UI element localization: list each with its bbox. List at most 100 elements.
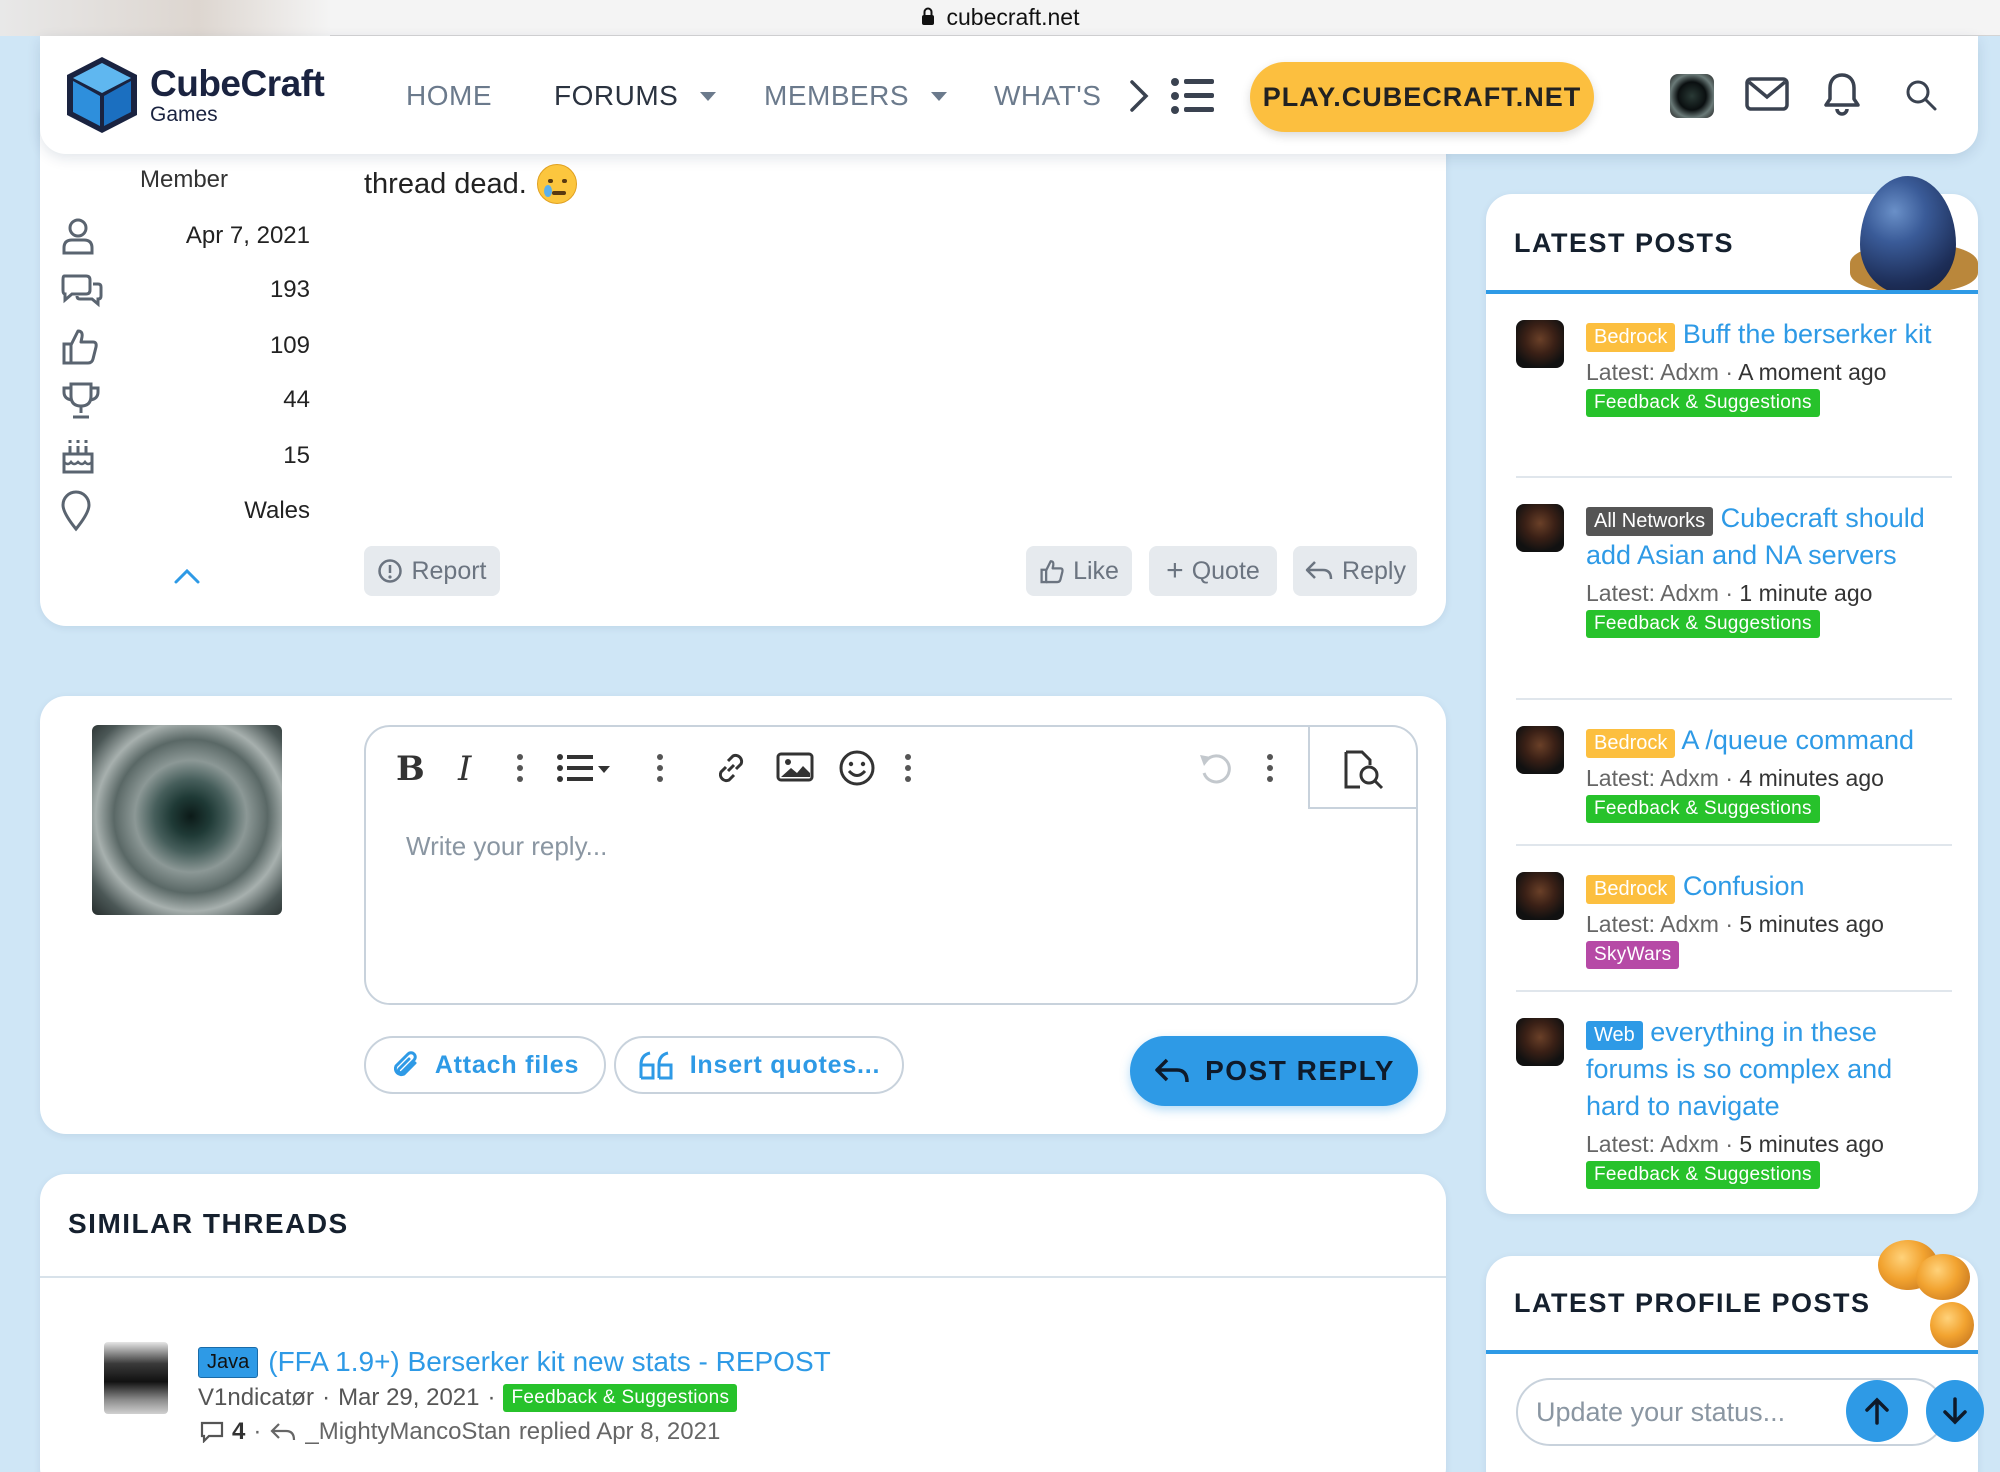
chevron-down-icon[interactable] — [931, 91, 948, 101]
profile-posts-underline — [1486, 1350, 1978, 1354]
like-label: Like — [1073, 556, 1119, 585]
smiley-icon[interactable] — [838, 749, 876, 796]
search-icon[interactable] — [1904, 78, 1938, 117]
site-header: CubeCraft Games HOME FORUMS MEMBERS WHAT… — [40, 36, 1978, 154]
post-title-link[interactable]: A /queue command — [1681, 725, 1914, 755]
nav-forums[interactable]: FORUMS — [554, 80, 717, 112]
post-title-link[interactable]: Confusion — [1683, 871, 1805, 901]
last-reply-user[interactable]: _MightyMancoStan — [305, 1418, 510, 1446]
forum-tag[interactable]: Feedback & Suggestions — [503, 1384, 738, 1412]
reply-button[interactable]: Reply — [1293, 546, 1417, 596]
nav-scroll-right-icon[interactable] — [1126, 76, 1152, 121]
latest-posts-underline — [1486, 290, 1978, 294]
browser-url-bar[interactable]: cubecraft.net — [0, 0, 2000, 36]
attach-files-label: Attach files — [434, 1050, 580, 1079]
cube-logo-icon — [67, 57, 137, 133]
more-vertical-icon[interactable] — [1266, 753, 1274, 792]
undo-icon[interactable] — [1196, 749, 1236, 796]
similar-thread-title[interactable]: (FFA 1.9+) Berserker kit new stats - REP… — [268, 1346, 831, 1378]
birthday-cake-icon — [62, 440, 94, 474]
insert-quotes-button[interactable]: Insert quotes... — [614, 1036, 904, 1094]
similar-thread-title-row[interactable]: Java (FFA 1.9+) Berserker kit new stats … — [198, 1346, 831, 1378]
report-button[interactable]: Report — [364, 546, 500, 596]
scroll-up-button[interactable] — [1846, 1380, 1908, 1442]
post-title-link[interactable]: Buff the berserker kit — [1683, 319, 1932, 349]
thread-author-avatar[interactable] — [104, 1342, 168, 1414]
list-dropdown-icon[interactable] — [556, 753, 614, 792]
latest-user[interactable]: Latest: Adxm — [1586, 765, 1719, 791]
insert-quotes-label: Insert quotes... — [689, 1050, 881, 1079]
nav-whats-new[interactable]: WHAT'S — [994, 80, 1146, 112]
thumbs-up-icon — [1040, 560, 1064, 584]
avatar[interactable] — [1516, 1018, 1564, 1066]
collapse-chevron-up-icon[interactable] — [172, 566, 202, 591]
arrow-down-icon — [1943, 1397, 1967, 1425]
quote-button[interactable]: + Quote — [1149, 546, 1277, 596]
forum-tag[interactable]: Feedback & Suggestions — [1586, 795, 1820, 823]
post-time: 5 minutes ago — [1739, 1131, 1884, 1157]
thread-author[interactable]: V1ndicatør — [198, 1384, 314, 1412]
nav-members[interactable]: MEMBERS — [764, 80, 948, 112]
image-icon[interactable] — [776, 751, 814, 792]
preview-toggle[interactable] — [1308, 727, 1416, 809]
avatar[interactable] — [1516, 872, 1564, 920]
prefix-badge: Java — [198, 1346, 259, 1378]
latest-user[interactable]: Latest: Adxm — [1586, 580, 1719, 606]
like-button[interactable]: Like — [1026, 546, 1132, 596]
avatar[interactable] — [1516, 504, 1564, 552]
report-label: Report — [411, 556, 487, 585]
user-avatar[interactable] — [1670, 74, 1714, 118]
similar-thread-meta: V1ndicatør · Mar 29, 2021 · Feedback & S… — [198, 1384, 738, 1412]
browser-tab-blur — [0, 0, 330, 36]
logo-subtitle: Games — [150, 103, 218, 126]
forum-tag[interactable]: SkyWars — [1586, 941, 1680, 969]
preview-document-icon — [1344, 750, 1384, 790]
forum-tag[interactable]: Feedback & Suggestions — [1586, 610, 1820, 638]
mail-icon[interactable] — [1744, 74, 1790, 119]
avatar[interactable] — [1516, 320, 1564, 368]
stat-points-value: 44 — [283, 386, 310, 413]
paperclip-icon — [393, 1051, 417, 1077]
menu-list-icon[interactable] — [1170, 76, 1216, 121]
more-vertical-icon[interactable] — [516, 753, 524, 792]
chevron-down-icon[interactable] — [700, 91, 717, 101]
map-pin-icon — [61, 490, 91, 532]
similar-thread-stats: 4 · _MightyMancoStan replied Apr 8, 2021 — [200, 1418, 720, 1446]
bell-icon[interactable] — [1822, 70, 1862, 121]
play-server-button[interactable]: PLAY.CUBECRAFT.NET — [1250, 62, 1594, 132]
forum-tag[interactable]: Feedback & Suggestions — [1586, 389, 1820, 417]
more-vertical-icon[interactable] — [904, 753, 912, 792]
quote-label: Quote — [1191, 556, 1260, 585]
prefix-badge: Bedrock — [1586, 875, 1676, 904]
stat-reactions: 109 — [60, 326, 310, 366]
reply-arrow-icon — [1305, 561, 1333, 580]
more-vertical-icon[interactable] — [656, 753, 664, 792]
link-icon[interactable] — [712, 749, 750, 796]
post-reply-button[interactable]: POST REPLY — [1130, 1036, 1418, 1106]
stat-points: 44 — [60, 380, 310, 420]
bold-icon[interactable]: B — [396, 749, 425, 789]
site-logo[interactable]: CubeCraft Games — [64, 54, 325, 136]
thread-date: Mar 29, 2021 — [338, 1384, 480, 1411]
attach-files-button[interactable]: Attach files — [364, 1036, 606, 1094]
reply-editor[interactable]: B I Write your reply... — [364, 725, 1418, 1005]
scroll-down-button[interactable] — [1926, 1380, 1984, 1442]
nav-home[interactable]: HOME — [406, 80, 492, 112]
stat-messages-value: 193 — [269, 276, 310, 303]
latest-user[interactable]: Latest: Adxm — [1586, 911, 1719, 937]
post-time: 5 minutes ago — [1739, 911, 1884, 937]
forum-tag[interactable]: Feedback & Suggestions — [1586, 1161, 1820, 1189]
url-text: cubecraft.net — [946, 4, 1080, 30]
reply-label: Reply — [1342, 556, 1406, 585]
latest-user[interactable]: Latest: Adxm — [1586, 359, 1719, 385]
italic-icon[interactable]: I — [458, 749, 471, 789]
nav-members-label: MEMBERS — [764, 80, 910, 111]
avatar[interactable] — [1516, 726, 1564, 774]
latest-user[interactable]: Latest: Adxm — [1586, 1131, 1719, 1157]
reply-user-avatar — [92, 725, 282, 915]
lock-icon — [921, 4, 935, 31]
coin-decoration — [1930, 1302, 1974, 1348]
thumbs-up-icon — [62, 329, 98, 365]
alert-circle-icon — [378, 559, 403, 583]
stat-age: 15 — [60, 436, 310, 476]
